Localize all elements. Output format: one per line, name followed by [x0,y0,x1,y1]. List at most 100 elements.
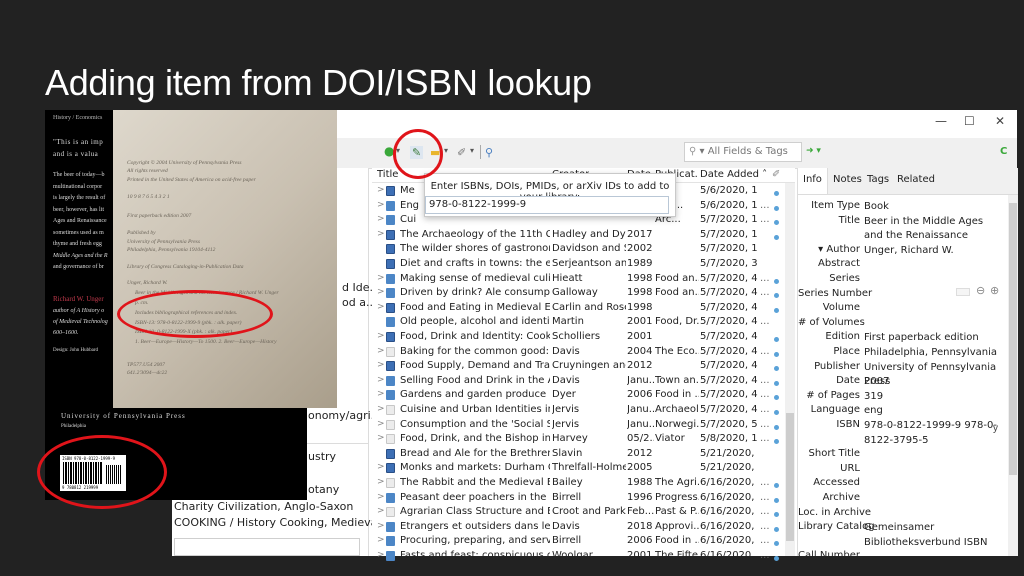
sync-icon[interactable]: C [1000,146,1007,157]
expand-twisty[interactable]: > [377,346,385,356]
expand-twisty[interactable]: > [377,200,385,210]
attachment-dot-icon[interactable] [774,524,779,535]
table-row[interactable]: Diet and crafts in towns: the eviden...S… [372,257,795,272]
expand-twisty[interactable]: > [377,185,385,195]
attachment-dot-icon[interactable] [774,349,779,360]
attachment-dot-icon[interactable] [774,188,779,199]
field-value[interactable]: 2007 [864,375,1002,390]
attachment-dot-icon[interactable] [774,363,779,374]
attachment-dot-icon[interactable] [774,392,779,403]
table-row[interactable]: > Food and Eating in Medieval EuropeCarli… [372,301,795,316]
field-value[interactable]: Gemeinsamer Bibliotheksverbund ISBN [864,521,1002,550]
author-mode-toggle[interactable] [956,288,970,296]
attach-dropdown[interactable]: ▾ [470,146,474,155]
field-value[interactable]: First paperback edition [864,331,1002,346]
table-row[interactable]: > Food, Drink and Identity: Cooking, E...… [372,330,795,345]
table-row[interactable]: Bread and Ale for the Brethren: The ...S… [372,447,795,462]
table-row[interactable]: > The Rabbit and the Medieval East A...Ba… [372,476,795,491]
tag-filter-input[interactable] [174,538,360,556]
expand-twisty[interactable]: > [377,302,385,312]
table-row[interactable]: >Consumption and the 'Social Self' i...J… [372,418,795,433]
attachment-dot-icon[interactable] [774,422,779,433]
field-value[interactable]: Unger, Richard W. [864,244,1002,259]
column-title[interactable]: Title [377,169,398,180]
attachment-dot-icon[interactable] [774,553,779,564]
tab-related[interactable]: Related [892,168,940,194]
attachment-dot-icon[interactable] [774,217,779,228]
minimize-button[interactable]: — [935,114,947,128]
close-button[interactable]: ✕ [995,114,1005,128]
locate-icon[interactable]: ➜ ▾ [806,146,821,156]
field-value[interactable]: Philadelphia, Pennsylvania [864,346,1002,361]
attachment-dot-icon[interactable] [774,305,779,316]
attachment-dot-icon[interactable] [774,538,779,549]
expand-twisty[interactable]: > [377,375,385,385]
expand-twisty[interactable]: > [377,477,385,487]
table-row[interactable]: > Selling Food and Drink in the After...D… [372,374,795,389]
expand-twisty[interactable]: > [377,287,385,297]
attachment-dot-icon[interactable] [774,276,779,287]
field-value[interactable]: Beer in the Middle Ages and the Renaissa… [864,215,1002,244]
expand-twisty[interactable]: > [377,492,385,502]
expand-twisty[interactable]: > [377,419,385,429]
expand-twisty[interactable]: > [377,521,385,531]
attach-icon[interactable]: ✐ [457,146,466,159]
field-value[interactable]: Book [864,200,1002,215]
identifier-input[interactable] [425,196,669,214]
table-row[interactable]: > Driven by drink? Ale consumption a...Ga… [372,286,795,301]
table-row[interactable]: > Fasts and feast: conspicuous consu...Wo… [372,549,795,564]
table-row[interactable]: > Food Supply, Demand and Trade: A...Cruy… [372,359,795,374]
attachment-dot-icon[interactable] [774,290,779,301]
expand-twisty[interactable]: > [377,360,385,370]
scrollbar-thumb[interactable] [1009,203,1017,475]
search-mode[interactable]: ▾ All Fields & Tags [700,146,788,157]
table-row[interactable]: > Making sense of medieval culinary r...H… [372,272,795,287]
table-row[interactable]: >Cuisine and Urban Identities in Med...J… [372,403,795,418]
attachment-dot-icon[interactable] [774,407,779,418]
table-row[interactable]: > Gardens and garden produce in the...Dye… [372,388,795,403]
expand-twisty[interactable]: > [377,433,385,443]
attachment-dot-icon[interactable] [774,436,779,447]
tab-info[interactable]: Info [798,168,828,194]
table-row[interactable]: > The Archaeology of the 11th Centur...Ha… [372,228,795,243]
advanced-search-icon[interactable]: ⚲ [485,146,493,159]
table-row[interactable]: > Food, Drink, and the Bishop in Medi...H… [372,432,795,447]
table-row[interactable]: > Peasant deer poachers in the medie...Bi… [372,491,795,506]
scrollbar-thumb[interactable] [786,413,794,541]
expand-twisty[interactable]: > [377,389,385,399]
items-scrollbar[interactable] [785,183,795,556]
search-input[interactable]: ⚲ ▾ All Fields & Tags [684,142,802,162]
attachment-column-icon[interactable]: ✐ [772,169,780,180]
tab-tags[interactable]: Tags [862,168,894,194]
tag-row[interactable]: Charity Civilization, Anglo-Saxon [174,500,353,513]
tag-fragment[interactable]: ustry [308,450,336,463]
tag-fragment[interactable]: otany [308,483,339,496]
add-author-button[interactable]: ⊕ [990,284,999,297]
table-row[interactable]: > Etrangers et outsiders dans les mar...D… [372,520,795,535]
attachment-dot-icon[interactable] [774,509,779,520]
maximize-button[interactable]: ☐ [964,114,975,128]
collection-fragment[interactable]: onomy/agri... [308,409,381,422]
expand-twisty[interactable]: > [377,331,385,341]
expand-twisty[interactable]: > [377,550,385,560]
expand-twisty[interactable]: > [377,535,385,545]
attachment-dot-icon[interactable] [774,480,779,491]
attachment-dot-icon[interactable] [774,378,779,389]
expand-twisty[interactable]: > [377,214,385,224]
new-note-dropdown[interactable]: ▾ [444,146,448,155]
table-row[interactable]: > Procuring, preparing, and serving v...B… [372,534,795,549]
attachment-dot-icon[interactable] [774,334,779,345]
attachment-dot-icon[interactable] [774,232,779,243]
field-value[interactable]: 978-0-8122-1999-9 978-0-8122-3795-5 [864,419,1002,448]
expand-twisty[interactable]: > [377,404,385,414]
attachment-dot-icon[interactable] [774,495,779,506]
expand-twisty[interactable]: > [377,273,385,283]
table-row[interactable]: > Monks and markets: Durham Cathe...Threl… [372,461,795,476]
expand-twisty[interactable]: > [377,229,385,239]
table-row[interactable]: Old people, alcohol and identity in ...M… [372,315,795,330]
item-pane-scrollbar[interactable] [1008,195,1018,556]
field-value[interactable]: 319 [864,390,1002,405]
field-value[interactable]: eng [864,404,1002,419]
expand-twisty[interactable]: > [377,506,385,516]
table-row[interactable]: > Agrarian Class Structure and Econo...Cr… [372,505,795,520]
